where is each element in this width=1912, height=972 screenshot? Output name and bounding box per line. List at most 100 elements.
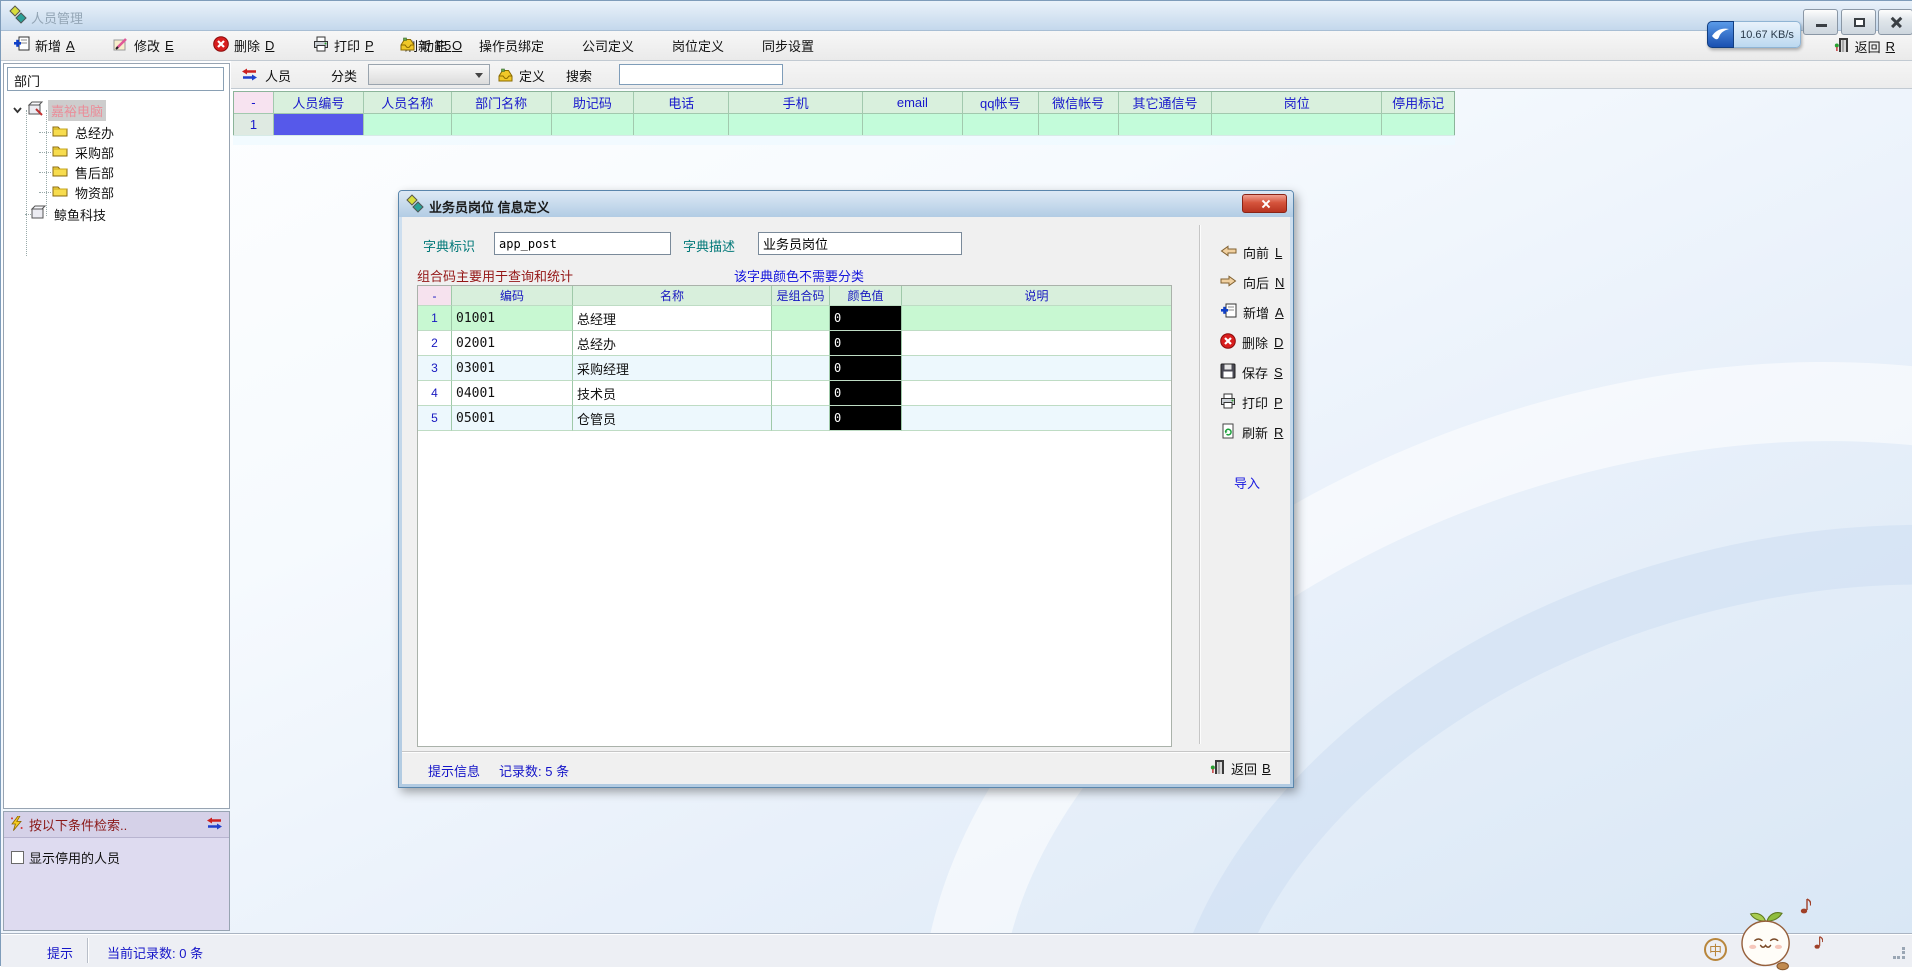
color-value-cell[interactable]: 0 (830, 306, 902, 331)
dict-desc-input[interactable] (758, 232, 962, 255)
table-header-cell[interactable]: 说明 (902, 286, 1171, 306)
code-cell[interactable]: 02001 (452, 331, 573, 356)
menu-post-definition[interactable]: 岗位定义 (672, 36, 724, 55)
menu-operator-binding[interactable]: 操作员绑定 (479, 36, 544, 55)
show-disabled-checkbox-row[interactable]: 显示停用的人员 (11, 848, 120, 867)
tree-node-label[interactable]: 采购部 (72, 142, 117, 163)
row-number-cell[interactable]: 3 (418, 356, 452, 381)
row-number-cell[interactable]: 4 (418, 381, 452, 406)
combo-cell[interactable] (772, 306, 830, 331)
add-button[interactable]: 新增A (9, 31, 79, 60)
code-cell[interactable]: 01001 (452, 306, 573, 331)
color-value-cell[interactable]: 0 (830, 381, 902, 406)
row-number-cell[interactable]: 1 (418, 306, 452, 331)
color-value-cell[interactable]: 0 (830, 406, 902, 431)
name-cell[interactable]: 技术员 (573, 381, 772, 406)
table-header-cell[interactable]: 是组合码 (772, 286, 830, 306)
close-button[interactable] (1878, 9, 1912, 35)
tree-node-label[interactable]: 嘉裕电脑 (48, 100, 106, 121)
save-button[interactable]: 保存S (1220, 361, 1283, 383)
grid-header-cell[interactable]: 部门名称 (452, 92, 552, 114)
name-cell[interactable]: 总经理 (573, 306, 772, 331)
tree-node-dept-4[interactable]: 物资部 (52, 182, 117, 202)
grid-cell[interactable] (1382, 114, 1454, 136)
category-dropdown[interactable] (368, 64, 490, 85)
print-button[interactable]: 打印P (1220, 391, 1283, 413)
next-button[interactable]: 向后N (1220, 271, 1284, 293)
refresh-button[interactable]: 刷新R (1220, 421, 1283, 443)
row-number-cell[interactable]: 2 (418, 331, 452, 356)
grid-cell[interactable] (729, 114, 863, 136)
description-cell[interactable] (902, 356, 1171, 381)
table-header-cell[interactable]: 编码 (452, 286, 573, 306)
dialog-return-button[interactable]: 返回B (1210, 759, 1271, 778)
table-header-cell[interactable]: - (418, 286, 452, 306)
dialog-close-button[interactable] (1242, 194, 1287, 213)
swap-icon[interactable] (206, 817, 223, 833)
color-value-cell[interactable]: 0 (830, 331, 902, 356)
grid-header-cell[interactable]: 人员编号 (274, 92, 364, 114)
combo-cell[interactable] (772, 381, 830, 406)
code-cell[interactable]: 03001 (452, 356, 573, 381)
grid-header-cell[interactable]: 岗位 (1212, 92, 1382, 114)
description-cell[interactable] (902, 381, 1171, 406)
grid-header-cell[interactable]: 助记码 (552, 92, 635, 114)
dict-id-input[interactable] (494, 232, 671, 255)
ime-indicator[interactable]: 中 (1704, 938, 1727, 961)
resize-grip[interactable] (1893, 947, 1905, 959)
function-button[interactable]: 功能O (395, 31, 466, 60)
delete-button[interactable]: 删除D (209, 31, 278, 60)
edit-button[interactable]: 修改E (109, 31, 178, 60)
define-label[interactable]: 定义 (519, 66, 545, 85)
grid-header-cell[interactable]: 人员名称 (364, 92, 452, 114)
name-cell[interactable]: 采购经理 (573, 356, 772, 381)
grid-cell[interactable] (863, 114, 963, 136)
tree-node-label[interactable]: 总经办 (72, 122, 117, 143)
grid-cell[interactable] (1039, 114, 1119, 136)
tree-node-dept-2[interactable]: 采购部 (52, 142, 117, 162)
swap-icon[interactable] (241, 68, 258, 84)
grid-cell[interactable] (1212, 114, 1382, 136)
tree-node-label[interactable]: 鲸鱼科技 (51, 204, 109, 225)
grid-header-cell[interactable]: 微信帐号 (1039, 92, 1119, 114)
tree-node-label[interactable]: 售后部 (72, 162, 117, 183)
grid-header-cell[interactable]: - (234, 92, 274, 114)
checkbox[interactable] (11, 851, 24, 864)
menu-company-definition[interactable]: 公司定义 (582, 36, 634, 55)
combo-cell[interactable] (772, 406, 830, 431)
search-input[interactable] (619, 64, 783, 85)
add-button[interactable]: 新增A (1220, 301, 1284, 323)
code-cell[interactable]: 04001 (452, 381, 573, 406)
print-button[interactable]: 打印P (309, 31, 378, 60)
return-button[interactable]: 返回R (1834, 37, 1895, 56)
grid-header-cell[interactable]: 停用标记 (1382, 92, 1454, 114)
selected-cell[interactable] (274, 114, 364, 136)
name-cell[interactable]: 仓管员 (573, 406, 772, 431)
row-number-cell[interactable]: 5 (418, 406, 452, 431)
table-header-cell[interactable]: 名称 (573, 286, 772, 306)
grid-cell[interactable] (1119, 114, 1213, 136)
grid-cell[interactable] (452, 114, 552, 136)
code-cell[interactable]: 05001 (452, 406, 573, 431)
grid-cell[interactable] (634, 114, 729, 136)
tree-node-company-2[interactable]: 鲸鱼科技 (30, 204, 109, 224)
minimize-button[interactable] (1803, 9, 1838, 35)
delete-button[interactable]: 删除D (1220, 331, 1283, 353)
import-link[interactable]: 导入 (1234, 473, 1260, 492)
description-cell[interactable] (902, 306, 1171, 331)
grid-cell[interactable] (364, 114, 452, 136)
grid-header-cell[interactable]: qq帐号 (963, 92, 1039, 114)
tree-node-company-1[interactable]: 嘉裕电脑 (12, 100, 106, 120)
chevron-down-icon[interactable] (12, 103, 23, 118)
name-cell[interactable]: 总经办 (573, 331, 772, 356)
tree-node-label[interactable]: 物资部 (72, 182, 117, 203)
combo-cell[interactable] (772, 356, 830, 381)
restore-button[interactable] (1841, 9, 1876, 35)
color-value-cell[interactable]: 0 (830, 356, 902, 381)
tree-node-dept-3[interactable]: 售后部 (52, 162, 117, 182)
tree-node-dept-1[interactable]: 总经办 (52, 122, 117, 142)
grid-cell[interactable] (963, 114, 1039, 136)
grid-header-cell[interactable]: email (863, 92, 963, 114)
row-number-cell[interactable]: 1 (234, 114, 274, 136)
download-speed-widget[interactable]: 10.67 KB/s (1707, 21, 1801, 48)
